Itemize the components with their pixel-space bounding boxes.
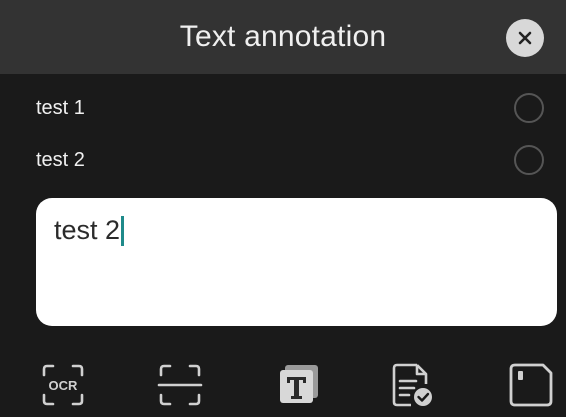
text-format-button[interactable] bbox=[274, 360, 324, 410]
list-item-label: test 1 bbox=[36, 96, 85, 119]
bottom-toolbar: OCR bbox=[0, 352, 566, 417]
text-caret bbox=[121, 215, 125, 246]
scan-button[interactable] bbox=[155, 360, 205, 410]
document-check-button[interactable] bbox=[387, 360, 437, 410]
radio-button[interactable] bbox=[514, 145, 544, 175]
list-item-label: test 2 bbox=[36, 148, 85, 171]
list-item[interactable]: test 2 bbox=[0, 134, 566, 186]
ocr-button[interactable]: OCR bbox=[38, 360, 88, 410]
text-format-icon bbox=[280, 365, 318, 403]
document-check-icon bbox=[392, 363, 432, 407]
save-button[interactable] bbox=[506, 360, 556, 410]
close-icon bbox=[518, 31, 532, 45]
list-item[interactable]: test 1 bbox=[0, 82, 566, 134]
ocr-icon: OCR bbox=[42, 364, 84, 406]
close-button[interactable] bbox=[506, 19, 544, 57]
save-icon bbox=[509, 363, 553, 407]
annotation-text-input[interactable]: test 2 bbox=[36, 198, 557, 326]
scan-icon bbox=[157, 364, 203, 406]
radio-button[interactable] bbox=[514, 93, 544, 123]
dialog-header: Text annotation bbox=[0, 0, 566, 74]
dialog-title: Text annotation bbox=[179, 20, 387, 53]
input-text: test 2 bbox=[54, 215, 121, 245]
ocr-icon-label: OCR bbox=[49, 378, 79, 393]
